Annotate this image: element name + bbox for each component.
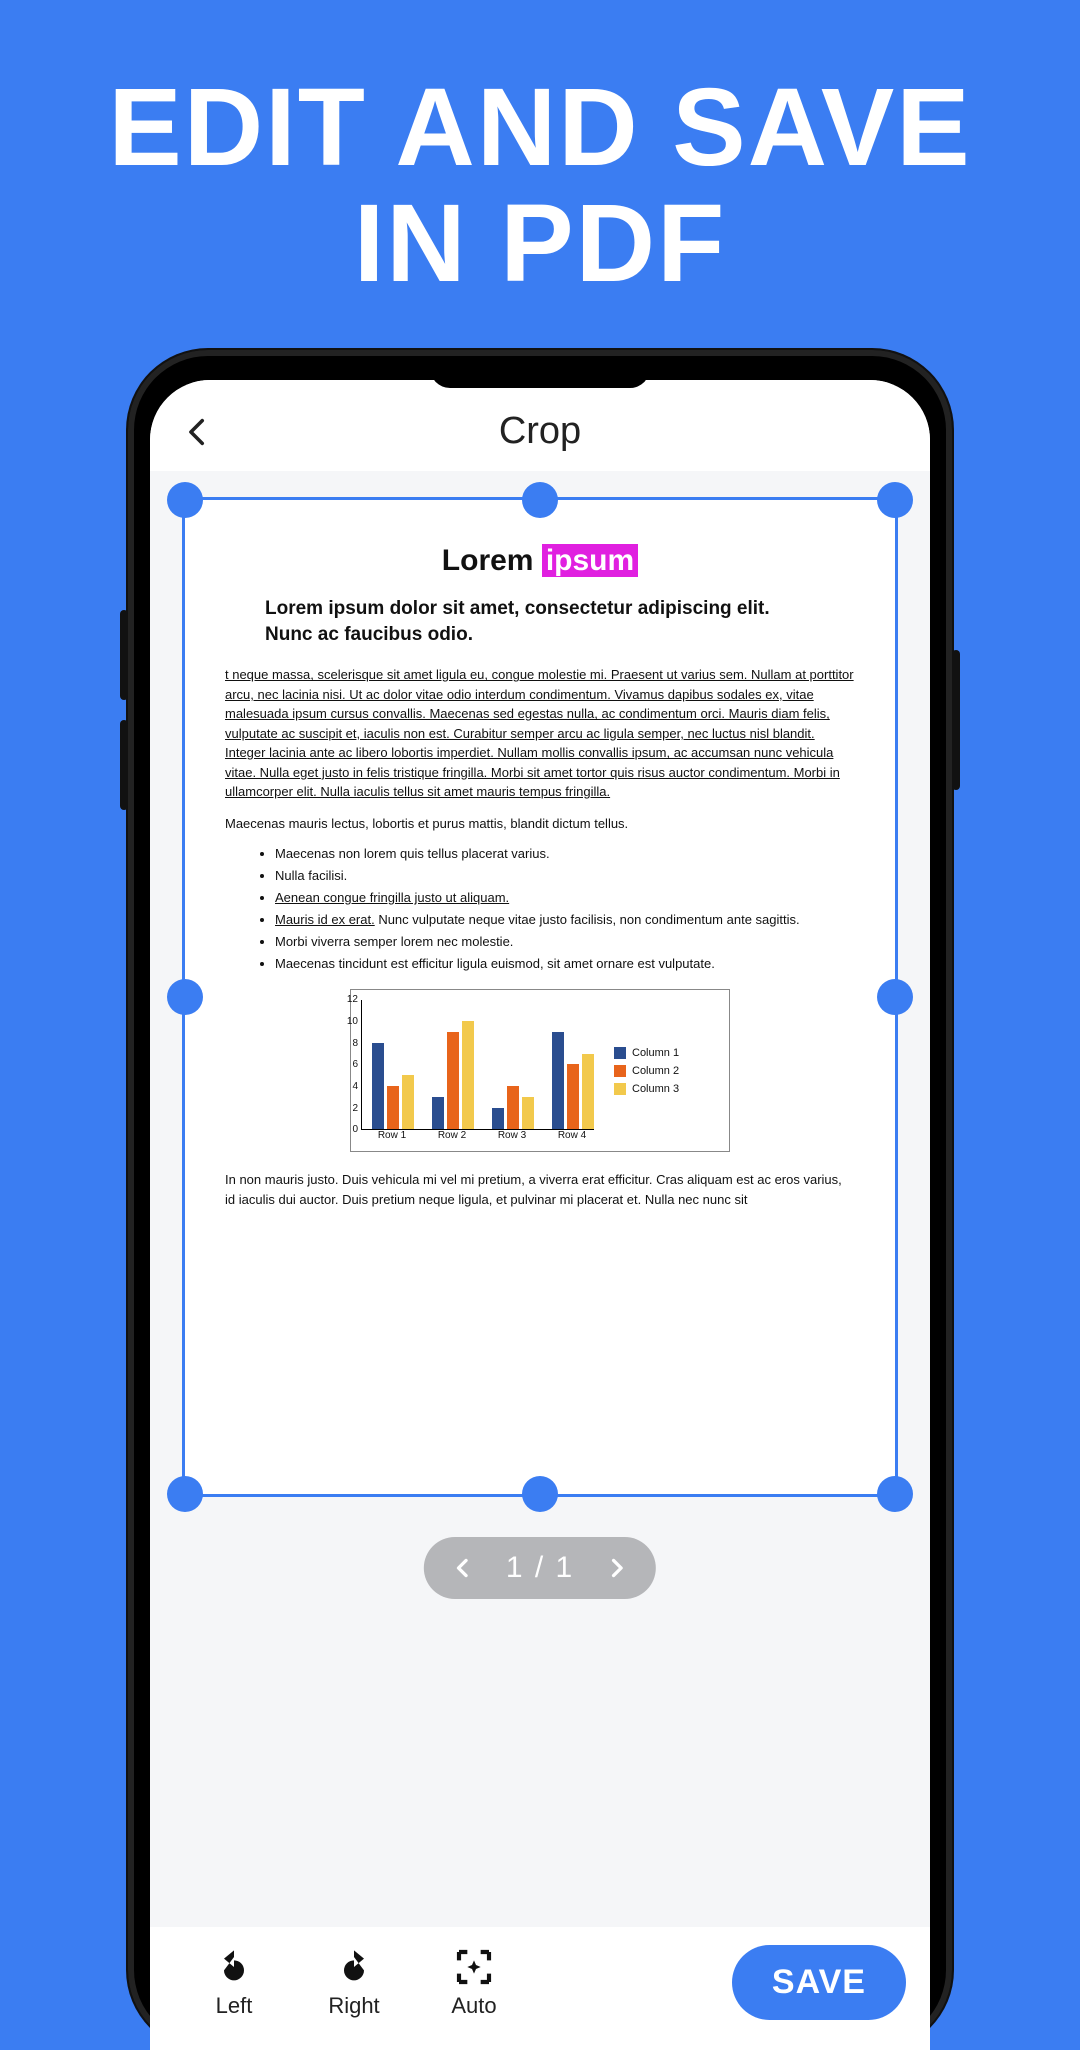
auto-icon xyxy=(454,1947,494,1987)
save-button[interactable]: SAVE xyxy=(732,1945,906,2020)
phone-notch xyxy=(430,360,650,388)
volume-up-button xyxy=(120,610,128,700)
bottom-toolbar: Left Right Auto SAVE xyxy=(150,1927,930,2050)
chart-bar xyxy=(522,1097,534,1130)
volume-down-button xyxy=(120,720,128,810)
page-next-button[interactable] xyxy=(604,1555,630,1581)
chart-y-tick: 0 xyxy=(338,1124,358,1135)
legend-swatch xyxy=(614,1047,626,1059)
crop-rectangle[interactable]: Lorem ipsum Lorem ipsum dolor sit amet, … xyxy=(182,497,898,1497)
document-chart: 121086420 Row 1Row 2Row 3Row 4 Column 1C… xyxy=(350,989,730,1152)
chart-y-tick: 4 xyxy=(338,1081,358,1092)
chart-bar xyxy=(462,1021,474,1129)
document-paragraph: t neque massa, scelerisque sit amet ligu… xyxy=(225,665,855,802)
chart-bar xyxy=(402,1075,414,1129)
chart-bar xyxy=(582,1054,594,1130)
chart-legend-item: Column 3 xyxy=(614,1083,679,1095)
list-item: Aenean congue fringilla justo ut aliquam… xyxy=(275,887,855,909)
chart-bar xyxy=(507,1086,519,1129)
list-item: Nulla facilisi. xyxy=(275,865,855,887)
chart-bar-group xyxy=(432,1021,474,1129)
chevron-left-icon xyxy=(450,1555,476,1581)
phone-frame: Crop Lorem ipsum Lorem ipsum dolor sit a… xyxy=(128,350,952,2050)
promo-line-2: IN PDF xyxy=(0,186,1080,302)
chart-y-tick: 2 xyxy=(338,1103,358,1114)
legend-swatch xyxy=(614,1065,626,1077)
chart-bar xyxy=(552,1032,564,1130)
chart-plot-area: 121086420 xyxy=(361,1000,594,1130)
chart-y-tick: 8 xyxy=(338,1038,358,1049)
chart-y-tick: 10 xyxy=(338,1016,358,1027)
doc-title-plain: Lorem xyxy=(442,544,542,577)
legend-swatch xyxy=(614,1083,626,1095)
chart-y-axis: 12 10 8 6 4 2 0 xyxy=(338,994,358,1135)
chart-legend-item: Column 1 xyxy=(614,1047,679,1059)
chart-bar-group xyxy=(492,1086,534,1129)
chart-bar xyxy=(372,1043,384,1130)
list-item: Maecenas non lorem quis tellus placerat … xyxy=(275,843,855,865)
chart-x-tick: Row 2 xyxy=(431,1130,473,1141)
chart-x-tick: Row 4 xyxy=(551,1130,593,1141)
rotate-right-label: Right xyxy=(328,1993,379,2019)
chart-bar xyxy=(492,1108,504,1130)
page-prev-button[interactable] xyxy=(450,1555,476,1581)
list-item: Maecenas tincidunt est efficitur ligula … xyxy=(275,953,855,975)
document-bullet-list: Maecenas non lorem quis tellus placerat … xyxy=(225,843,855,976)
chart-legend-item: Column 2 xyxy=(614,1065,679,1077)
promo-line-1: EDIT AND SAVE xyxy=(0,70,1080,186)
screen-title: Crop xyxy=(218,410,862,453)
chart-y-tick: 12 xyxy=(338,994,358,1005)
app-header: Crop xyxy=(150,380,930,471)
chart-x-labels: Row 1 Row 2 Row 3 Row 4 xyxy=(361,1130,594,1141)
rotate-right-button[interactable]: Right xyxy=(294,1947,414,2019)
promo-headline: EDIT AND SAVE IN PDF xyxy=(0,0,1080,301)
chart-bar xyxy=(432,1097,444,1130)
rotate-right-icon xyxy=(334,1947,374,1987)
document-line: Maecenas mauris lectus, lobortis et puru… xyxy=(225,816,855,831)
chart-y-tick: 6 xyxy=(338,1059,358,1070)
rotate-left-label: Left xyxy=(216,1993,253,2019)
chart-bar xyxy=(387,1086,399,1129)
chevron-right-icon xyxy=(604,1555,630,1581)
chart-bar-group xyxy=(552,1032,594,1130)
chart-x-tick: Row 3 xyxy=(491,1130,533,1141)
phone-screen: Crop Lorem ipsum Lorem ipsum dolor sit a… xyxy=(150,380,930,2050)
legend-label: Column 2 xyxy=(632,1065,679,1077)
chevron-left-icon xyxy=(181,415,215,449)
doc-title-highlight: ipsum xyxy=(542,544,638,577)
document-preview: Lorem ipsum Lorem ipsum dolor sit amet, … xyxy=(185,500,895,1494)
rotate-left-icon xyxy=(214,1947,254,1987)
legend-label: Column 3 xyxy=(632,1083,679,1095)
list-item: Morbi viverra semper lorem nec molestie. xyxy=(275,931,855,953)
rotate-left-button[interactable]: Left xyxy=(174,1947,294,2019)
list-item: Mauris id ex erat. Nunc vulputate neque … xyxy=(275,909,855,931)
auto-crop-label: Auto xyxy=(451,1993,496,2019)
crop-workspace: Lorem ipsum Lorem ipsum dolor sit amet, … xyxy=(150,471,930,1927)
chart-legend: Column 1 Column 2 Column 3 xyxy=(614,1000,679,1141)
chart-bar-group xyxy=(372,1043,414,1130)
document-footer-paragraph: In non mauris justo. Duis vehicula mi ve… xyxy=(225,1170,855,1209)
chart-bar xyxy=(447,1032,459,1130)
chart-x-tick: Row 1 xyxy=(371,1130,413,1141)
document-title: Lorem ipsum xyxy=(225,544,855,578)
power-button xyxy=(952,650,960,790)
auto-crop-button[interactable]: Auto xyxy=(414,1947,534,2019)
document-subheading: Lorem ipsum dolor sit amet, consectetur … xyxy=(265,596,815,647)
back-button[interactable] xyxy=(178,412,218,452)
legend-label: Column 1 xyxy=(632,1047,679,1059)
page-indicator: 1 / 1 xyxy=(424,1537,656,1599)
chart-bar xyxy=(567,1064,579,1129)
page-count: 1 / 1 xyxy=(506,1551,574,1585)
